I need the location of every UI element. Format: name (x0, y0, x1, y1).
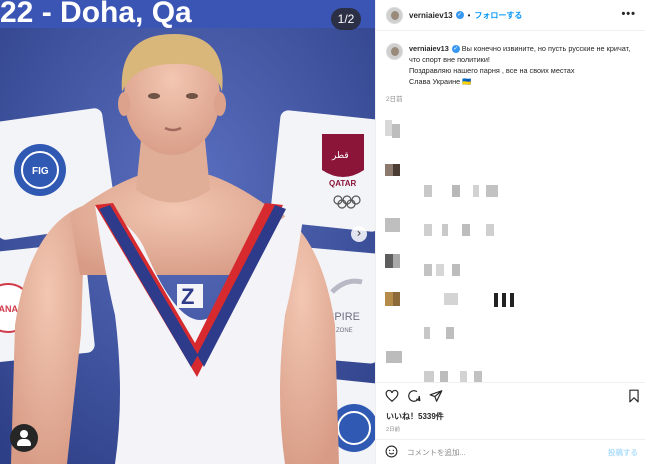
caption: verniaiev13 ✓ Вы конечно извините, но пус… (376, 31, 645, 87)
separator-dot: • (467, 10, 471, 20)
comment-icon[interactable] (407, 389, 421, 403)
comment-list (376, 110, 645, 402)
follow-button[interactable]: フォローする (474, 10, 522, 21)
share-icon[interactable] (429, 389, 443, 403)
caption-line-3: Слава Украине 🇺🇦 (409, 77, 472, 86)
post-media[interactable]: 22 - Doha, Qa FIG قطر QATAR DANA S (0, 0, 375, 464)
caption-line-2: Поздравляю нашего парня , все на своих м… (409, 66, 575, 75)
list-item (376, 291, 645, 330)
caption-timestamp: 2日前 (386, 96, 403, 103)
list-item (376, 327, 645, 366)
shirt-letter: Z (181, 284, 194, 309)
bookmark-icon[interactable] (627, 389, 641, 403)
caption-username[interactable]: verniaiev13 (409, 44, 449, 53)
list-item (376, 147, 645, 184)
emoji-icon[interactable] (385, 445, 398, 458)
svg-text:DANA: DANA (0, 304, 18, 314)
avatar[interactable] (386, 6, 403, 24)
heart-icon[interactable] (385, 389, 399, 403)
list-item (376, 217, 645, 257)
post-timestamp: 2日前 (386, 427, 401, 433)
post-sidebar: verniaiev13 ✓ • フォローする ••• verniaiev13 ✓ … (375, 0, 645, 464)
comment-box: コメントを追加... 投稿する (376, 439, 645, 463)
post-actions: いいね！5339件 2日前 コメントを追加... 投稿する (376, 382, 645, 462)
post-header: verniaiev13 ✓ • フォローする ••• (376, 0, 645, 31)
user-tags-icon[interactable] (10, 424, 38, 452)
caption-avatar[interactable] (386, 43, 403, 60)
verified-badge-icon: ✓ (455, 11, 464, 19)
like-count[interactable]: いいね！5339件 (386, 411, 444, 422)
svg-text:QATAR: QATAR (329, 179, 356, 188)
svg-text:ZONE: ZONE (336, 328, 353, 334)
svg-text:FIG: FIG (32, 166, 49, 177)
header-username[interactable]: verniaiev13 (409, 11, 453, 20)
athlete-photo: 22 - Doha, Qa FIG قطر QATAR DANA S (0, 0, 375, 464)
media-counter: 1/2 (331, 8, 361, 30)
next-arrow-icon[interactable]: › (351, 226, 367, 242)
comment-input[interactable]: コメントを追加... (407, 447, 466, 458)
more-options-icon[interactable]: ••• (621, 8, 636, 20)
sponsor-board-qatar: قطر QATAR (270, 110, 375, 232)
list-item (376, 110, 645, 147)
banner-text: 22 - Doha, Qa (0, 0, 192, 29)
post-comment-button[interactable]: 投稿する (608, 447, 638, 458)
list-item (376, 183, 645, 220)
list-item (376, 254, 645, 293)
svg-text:قطر: قطر (331, 151, 349, 161)
caption-verified-icon: ✓ (451, 45, 460, 54)
